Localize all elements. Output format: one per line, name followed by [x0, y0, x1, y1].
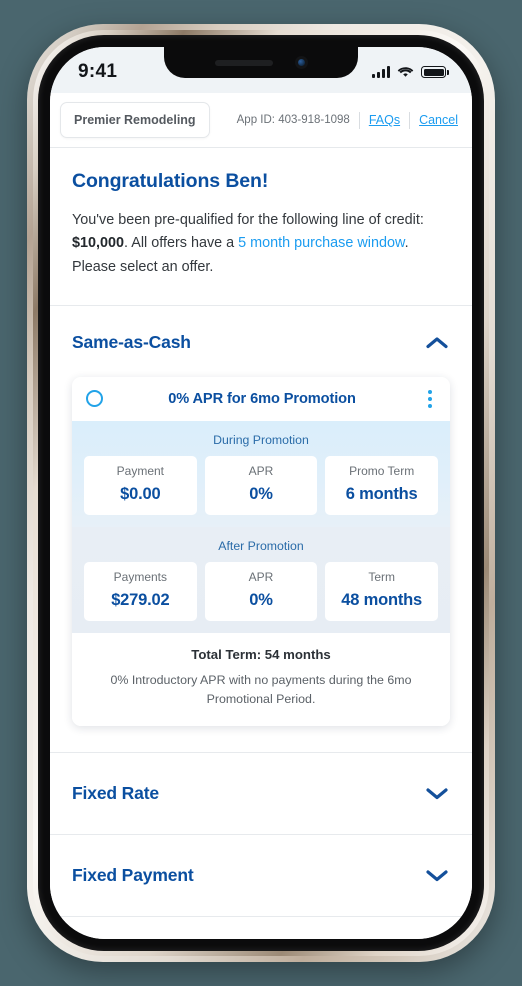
intro-paragraph: You've been pre-qualified for the follow… — [72, 209, 450, 279]
battery-full-icon — [421, 66, 449, 78]
sidebar-item-fixed-rate[interactable]: Fixed Rate — [50, 753, 472, 834]
metric-label: Payments — [113, 569, 167, 584]
after-promotion-metrics: Payments $279.02 APR 0% Term 48 months — [84, 561, 438, 621]
metric-label: Promo Term — [349, 463, 415, 478]
metric-tile: Term 48 months — [325, 561, 438, 621]
accordion-title: Fixed Rate — [72, 783, 159, 804]
during-promotion-section: During Promotion Payment $0.00 APR 0% Pr… — [72, 420, 450, 527]
after-promotion-label: After Promotion — [218, 538, 304, 553]
metric-label: APR — [248, 569, 274, 584]
earpiece-speaker-icon — [214, 59, 273, 66]
during-promotion-label: During Promotion — [213, 432, 309, 447]
offer-title: 0% APR for 6mo Promotion — [168, 390, 356, 407]
wifi-icon — [397, 67, 414, 77]
total-term-label: Total Term: 54 months — [191, 646, 331, 662]
phone-bezel: 9:41 Premier Remodeling App ID: 403-918-… — [38, 35, 484, 951]
offer-disclaimer: 0% Introductory APR with no payments dur… — [110, 672, 412, 706]
brand-chip-button[interactable]: Premier Remodeling — [60, 102, 210, 138]
metric-value: $279.02 — [111, 590, 170, 609]
metric-tile: APR 0% — [204, 455, 318, 515]
radio-unchecked-icon[interactable] — [86, 390, 103, 408]
header-actions: App ID: 403-918-1098 FAQs Cancel — [236, 111, 458, 129]
offer-card-header: 0% APR for 6mo Promotion — [72, 376, 450, 421]
purchase-window-link[interactable]: 5 month purchase window — [238, 235, 404, 251]
kebab-menu-icon[interactable] — [421, 389, 438, 408]
faqs-link[interactable]: FAQs — [369, 113, 400, 127]
app-header: Premier Remodeling App ID: 403-918-1098 … — [50, 93, 472, 148]
during-promotion-metrics: Payment $0.00 APR 0% Promo Term 6 months — [84, 455, 438, 515]
metric-tile: Promo Term 6 months — [325, 455, 438, 515]
offer-card-footer: Total Term: 54 months 0% Introductory AP… — [72, 632, 450, 727]
status-bar-indicators — [372, 66, 449, 78]
credit-amount: $10,000 — [72, 235, 125, 252]
app-id-label: App ID: 403-918-1098 — [236, 114, 350, 126]
intro-text-2: . All offers have a — [124, 235, 239, 252]
intro-block: Congratulations Ben! You've been pre-qua… — [50, 148, 472, 305]
chevron-up-icon[interactable] — [426, 336, 448, 349]
front-camera-icon — [294, 56, 308, 69]
metric-value: 6 months — [345, 484, 418, 503]
offer-card[interactable]: 0% APR for 6mo Promotion During Promotio… — [72, 376, 450, 727]
metric-value: $0.00 — [120, 484, 161, 503]
phone-frame-inner-rim: 9:41 Premier Remodeling App ID: 403-918-… — [33, 30, 489, 956]
cellular-bars-icon — [372, 66, 390, 78]
app-scroll-body[interactable]: Congratulations Ben! You've been pre-qua… — [50, 148, 472, 939]
notch — [164, 47, 358, 78]
phone-frame: 9:41 Premier Remodeling App ID: 403-918-… — [27, 24, 495, 962]
metric-value: 48 months — [341, 590, 423, 609]
sidebar-item-same-as-cash[interactable]: Same-as-Cash — [50, 306, 472, 377]
metric-value: 0% — [249, 484, 273, 503]
header-divider — [358, 111, 360, 129]
chevron-down-icon[interactable] — [426, 787, 448, 800]
metric-label: Payment — [116, 463, 164, 478]
offer-card-wrapper: 0% APR for 6mo Promotion During Promotio… — [50, 376, 472, 752]
section-divider — [50, 916, 472, 918]
metric-tile: Payments $279.02 — [84, 561, 197, 621]
metric-value: 0% — [249, 590, 273, 609]
sidebar-item-fixed-payment[interactable]: Fixed Payment — [50, 835, 472, 916]
accordion-title: Same-as-Cash — [72, 331, 191, 352]
metric-label: APR — [248, 463, 274, 478]
phone-screen: 9:41 Premier Remodeling App ID: 403-918-… — [50, 47, 472, 939]
cancel-link[interactable]: Cancel — [419, 113, 458, 127]
metric-tile: APR 0% — [204, 561, 318, 621]
metric-tile: Payment $0.00 — [84, 455, 197, 515]
screenshot-stage: 9:41 Premier Remodeling App ID: 403-918-… — [0, 0, 522, 986]
status-bar-clock: 9:41 — [78, 61, 118, 82]
after-promotion-section: After Promotion Payments $279.02 APR 0% … — [72, 526, 450, 633]
header-divider — [409, 111, 411, 129]
chevron-down-icon[interactable] — [426, 869, 448, 882]
intro-text-1: You've been pre-qualified for the follow… — [72, 212, 424, 228]
metric-label: Term — [368, 569, 395, 584]
accordion-title: Fixed Payment — [72, 865, 194, 886]
page-title: Congratulations Ben! — [72, 170, 269, 192]
